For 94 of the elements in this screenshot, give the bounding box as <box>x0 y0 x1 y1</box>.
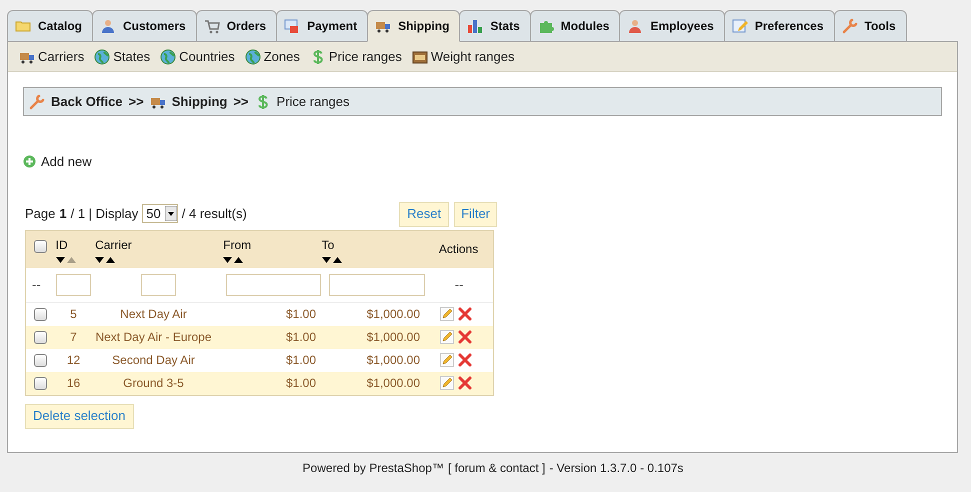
checkbox[interactable] <box>34 354 47 366</box>
nav-tab[interactable]: Modules <box>530 10 620 42</box>
sort-up-icon[interactable] <box>106 256 116 262</box>
table-cell-text: 16 <box>66 375 82 392</box>
globe-icon <box>94 48 110 64</box>
nav-tab[interactable]: Preferences <box>724 10 835 42</box>
card-icon <box>284 18 300 34</box>
sort-down-icon[interactable] <box>95 256 104 262</box>
table-cell-text: Next Day Air <box>119 306 188 323</box>
sort-down-icon[interactable] <box>322 256 331 262</box>
sub-nav-link[interactable]: Price ranges <box>310 46 402 66</box>
delete-icon[interactable] <box>458 330 472 344</box>
carrier-filter-field[interactable] <box>140 274 176 296</box>
checkbox[interactable] <box>34 330 47 344</box>
sub-nav-link[interactable]: Weight ranges <box>412 46 514 66</box>
sort-down-icon[interactable] <box>223 256 232 262</box>
to-filter-field[interactable] <box>329 274 426 296</box>
table-cell-text: $1.00 <box>284 375 316 392</box>
nav-tab[interactable]: Customers <box>92 10 197 42</box>
dropdown-arrow-icon <box>164 206 177 222</box>
bar-chart-icon <box>467 18 484 34</box>
table-cell-text: Second Day Air <box>111 352 196 369</box>
checkbox[interactable] <box>34 308 47 320</box>
empty-filter-dash: -- <box>31 276 42 294</box>
delete-icon[interactable] <box>458 376 472 390</box>
column-header: Carrier <box>95 236 133 254</box>
from-filter-field[interactable] <box>226 274 322 296</box>
nav-tab[interactable]: Payment <box>276 10 368 42</box>
table-cell-text: $1,000.00 <box>366 329 420 346</box>
page-count-label: / 1 | Display <box>70 205 138 223</box>
globe-icon <box>160 48 176 64</box>
nav-tab[interactable]: Employees <box>619 10 725 42</box>
table-cell-text: $1.00 <box>284 352 316 369</box>
breadcrumb-item: Price ranges <box>276 92 350 111</box>
table-cell-text: 12 <box>66 352 82 369</box>
empty-filter-dash: -- <box>454 276 464 294</box>
display-select[interactable]: 50 <box>142 204 178 224</box>
wrench-icon <box>29 94 45 110</box>
nav-tab[interactable]: Catalog <box>7 10 94 42</box>
table-cell-text: $1,000.00 <box>366 306 420 323</box>
nav-tab[interactable]: Orders <box>196 10 278 42</box>
checkbox[interactable] <box>34 376 47 390</box>
id-filter-field[interactable] <box>56 274 91 296</box>
nav-tab[interactable]: Shipping <box>367 10 460 42</box>
person-icon <box>100 18 116 34</box>
version-text: - Version 1.3.7.0 - 0.107s <box>549 460 684 477</box>
breadcrumb-item: >> <box>128 92 144 111</box>
edit-icon[interactable] <box>440 330 454 344</box>
column-header: Actions <box>438 241 478 258</box>
filter-button[interactable]: Filter <box>454 202 497 226</box>
add-new-link[interactable]: Add new <box>23 152 92 172</box>
sort-down-icon[interactable] <box>56 256 65 262</box>
table-cell-text: $1.00 <box>284 329 316 346</box>
globe-icon <box>244 48 261 64</box>
sub-nav-link[interactable]: States <box>94 46 150 66</box>
pencil-icon <box>732 18 748 34</box>
table-cell-text: Ground 3-5 <box>122 375 185 392</box>
nav-tab[interactable]: Tools <box>834 10 907 42</box>
table-cell-text: 7 <box>69 329 78 346</box>
delete-icon[interactable] <box>458 353 472 367</box>
page-number: 1 <box>59 205 67 223</box>
delete-icon[interactable] <box>458 307 472 321</box>
breadcrumb-item: Shipping <box>172 92 228 111</box>
table-cell-text: Next Day Air - Europe <box>94 329 213 346</box>
plus-icon <box>23 155 36 168</box>
table-cell-text: $1,000.00 <box>366 352 420 369</box>
table-cell-text: $1.00 <box>284 306 316 323</box>
delete-selection-button[interactable]: Delete selection <box>25 404 134 428</box>
breadcrumb-item: >> <box>233 92 249 111</box>
forum-contact-link[interactable]: [ forum & contact ] <box>448 459 546 477</box>
wrench-icon <box>842 18 858 34</box>
results-count: / 4 result(s) <box>182 205 247 223</box>
puzzle-icon <box>538 18 554 34</box>
sub-nav-link[interactable]: Countries <box>160 46 235 66</box>
cart-icon <box>204 18 220 34</box>
footer-text: Powered by PrestaShop™ <box>302 460 444 477</box>
reset-button[interactable]: Reset <box>399 202 450 226</box>
page-label: Page <box>25 205 56 223</box>
sort-up-icon[interactable] <box>234 256 244 262</box>
sub-nav-link[interactable]: Zones <box>244 46 300 66</box>
sub-nav-link[interactable]: Carriers <box>19 46 84 66</box>
edit-icon[interactable] <box>440 353 454 367</box>
column-header: To <box>322 236 336 254</box>
edit-icon[interactable] <box>440 307 454 321</box>
table-cell-text: 5 <box>69 306 78 323</box>
sort-up-icon[interactable] <box>332 256 342 262</box>
column-header: ID <box>56 236 69 254</box>
person-icon <box>627 18 644 34</box>
breadcrumb-item: Back Office <box>51 92 123 111</box>
checkbox[interactable] <box>34 240 47 253</box>
column-header: From <box>223 236 252 254</box>
edit-icon[interactable] <box>440 376 454 390</box>
nav-tab[interactable]: Stats <box>459 10 531 42</box>
table-cell-text: $1,000.00 <box>366 375 420 392</box>
